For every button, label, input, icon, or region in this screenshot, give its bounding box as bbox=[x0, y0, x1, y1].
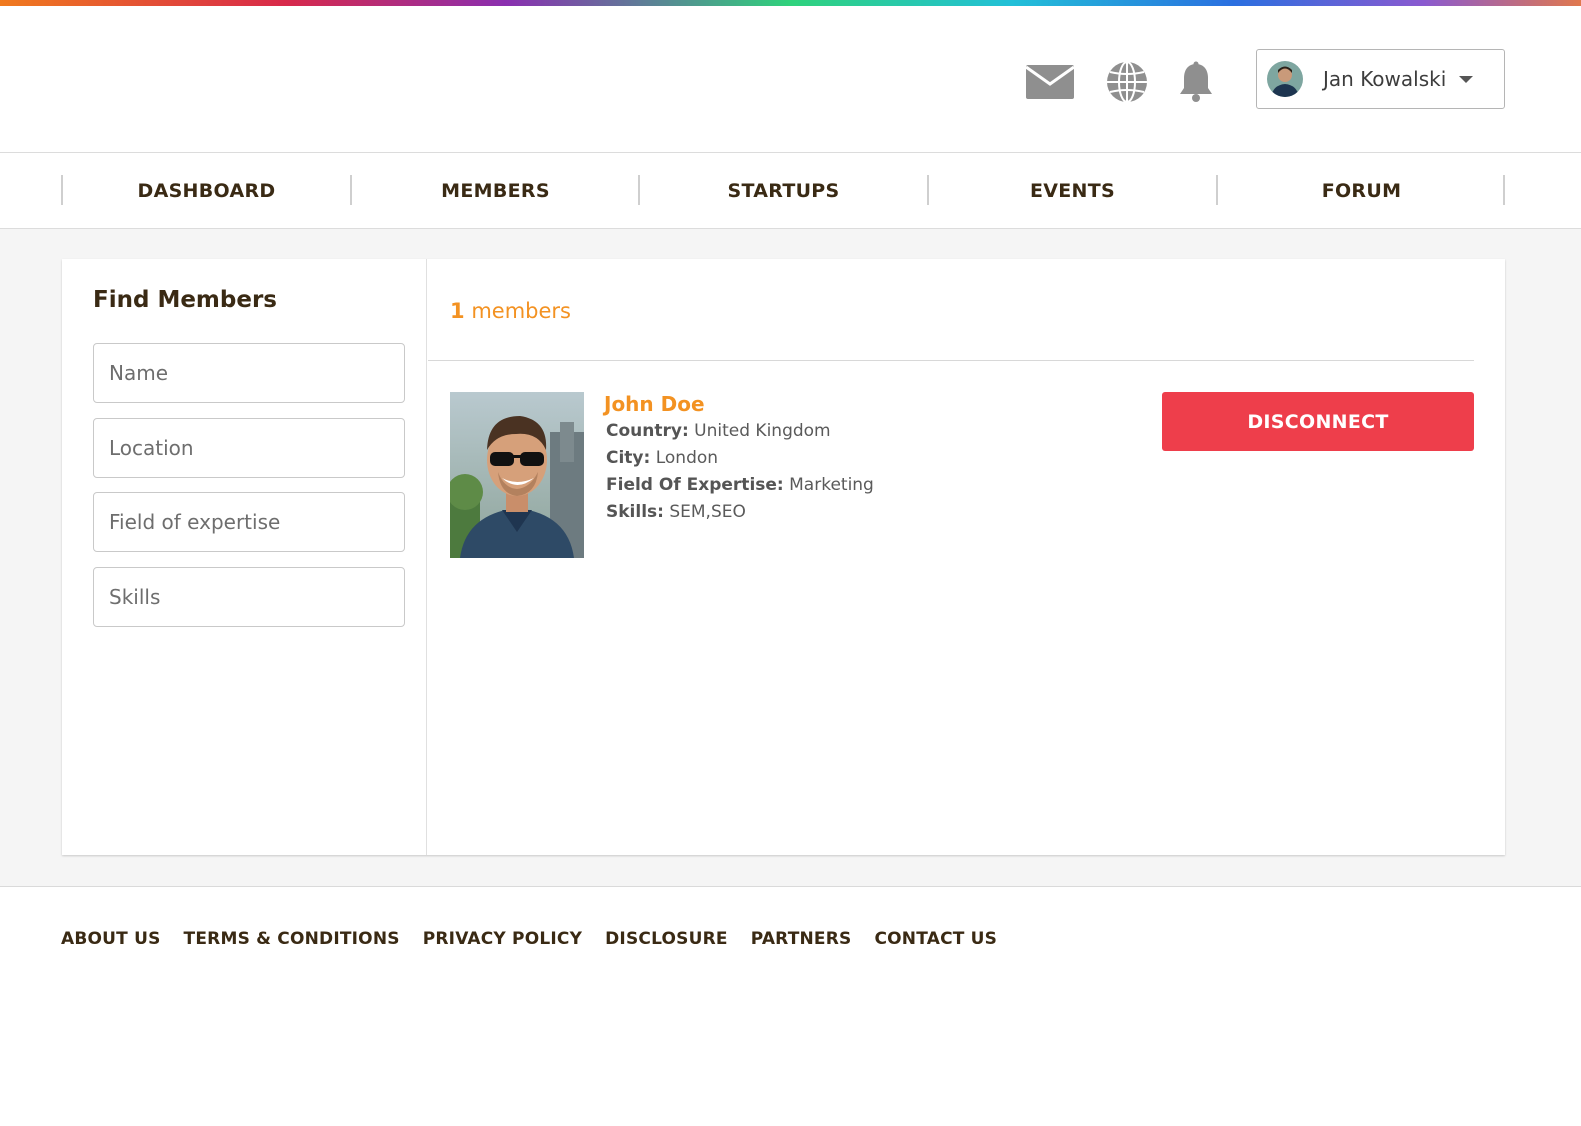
footer-link-disclosure[interactable]: DISCLOSURE bbox=[605, 929, 728, 949]
bell-icon[interactable] bbox=[1176, 58, 1216, 106]
nav-item-startups[interactable]: STARTUPS bbox=[639, 153, 928, 228]
disconnect-button[interactable]: DISCONNECT bbox=[1162, 392, 1474, 451]
member-expertise: Field Of Expertise: Marketing bbox=[606, 475, 874, 495]
divider bbox=[428, 360, 1474, 361]
name-input[interactable] bbox=[93, 343, 405, 403]
footer-links: ABOUT US TERMS & CONDITIONS PRIVACY POLI… bbox=[61, 929, 1020, 949]
nav-separator bbox=[1503, 175, 1505, 205]
city-label: City: bbox=[606, 448, 651, 468]
member-country: Country: United Kingdom bbox=[606, 421, 831, 441]
country-value: United Kingdom bbox=[694, 421, 831, 441]
results-area: 1 members John Doe Country: United Kingd… bbox=[428, 259, 1505, 855]
nav-item-events[interactable]: EVENTS bbox=[928, 153, 1217, 228]
avatar bbox=[1267, 61, 1303, 97]
skills-value: SEM,SEO bbox=[669, 502, 746, 522]
country-label: Country: bbox=[606, 421, 689, 441]
nav-item-forum[interactable]: FORUM bbox=[1217, 153, 1506, 228]
footer-link-contact-us[interactable]: CONTACT US bbox=[874, 929, 997, 949]
members-panel: Find Members 1 members bbox=[62, 259, 1505, 855]
globe-icon[interactable] bbox=[1104, 58, 1150, 106]
results-count: 1 members bbox=[450, 299, 571, 323]
footer: ABOUT US TERMS & CONDITIONS PRIVACY POLI… bbox=[0, 887, 1581, 1126]
main-nav: DASHBOARD MEMBERS STARTUPS EVENTS FORUM bbox=[0, 152, 1581, 229]
nav-item-dashboard[interactable]: DASHBOARD bbox=[62, 153, 351, 228]
header: Jan Kowalski bbox=[0, 6, 1581, 152]
nav-item-members[interactable]: MEMBERS bbox=[351, 153, 640, 228]
search-sidebar: Find Members bbox=[62, 259, 427, 855]
results-count-number: 1 bbox=[450, 299, 465, 323]
skills-label: Skills: bbox=[606, 502, 664, 522]
member-skills: Skills: SEM,SEO bbox=[606, 502, 746, 522]
footer-link-partners[interactable]: PARTNERS bbox=[751, 929, 852, 949]
location-input[interactable] bbox=[93, 418, 405, 478]
footer-link-privacy-policy[interactable]: PRIVACY POLICY bbox=[423, 929, 582, 949]
skills-input[interactable] bbox=[93, 567, 405, 627]
expertise-input[interactable] bbox=[93, 492, 405, 552]
city-value: London bbox=[655, 448, 719, 468]
expertise-value: Marketing bbox=[789, 475, 874, 495]
expertise-label: Field Of Expertise: bbox=[606, 475, 784, 495]
user-name: Jan Kowalski bbox=[1323, 67, 1447, 91]
chevron-down-icon[interactable] bbox=[1459, 76, 1473, 83]
footer-link-about-us[interactable]: ABOUT US bbox=[61, 929, 161, 949]
user-menu[interactable]: Jan Kowalski bbox=[1256, 49, 1505, 109]
sidebar-title: Find Members bbox=[93, 287, 277, 313]
member-photo[interactable] bbox=[450, 392, 584, 558]
member-card: John Doe Country: United Kingdom City: L… bbox=[450, 392, 1474, 562]
mail-icon[interactable] bbox=[1025, 58, 1075, 106]
member-city: City: London bbox=[606, 448, 718, 468]
results-count-label: members bbox=[471, 299, 571, 323]
member-name[interactable]: John Doe bbox=[604, 392, 705, 416]
footer-link-terms[interactable]: TERMS & CONDITIONS bbox=[184, 929, 400, 949]
